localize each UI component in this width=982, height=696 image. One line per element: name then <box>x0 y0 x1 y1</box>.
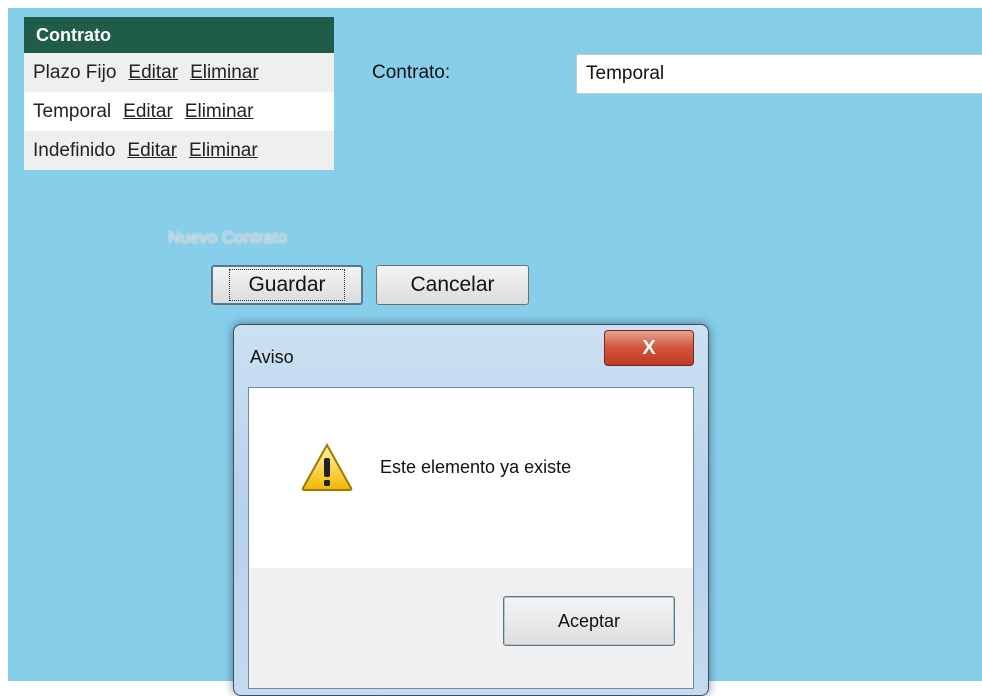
delete-link[interactable]: Eliminar <box>189 140 258 161</box>
contract-name: Indefinido Editar Eliminar <box>24 131 334 170</box>
table-header-row: Contrato <box>24 17 334 53</box>
save-button-label: Guardar <box>229 269 345 301</box>
dialog-content: Este elemento ya existe <box>249 388 693 568</box>
delete-link[interactable]: Eliminar <box>190 62 259 83</box>
table-header: Contrato <box>24 17 334 53</box>
contract-input[interactable] <box>576 54 982 94</box>
cancel-button[interactable]: Cancelar <box>376 265 529 305</box>
edit-link[interactable]: Editar <box>123 101 173 122</box>
save-button[interactable]: Guardar <box>211 265 363 305</box>
table-row: Plazo Fijo Editar Eliminar <box>24 53 334 92</box>
close-icon[interactable]: X <box>604 330 694 366</box>
new-contract-link[interactable]: Nuevo Contrato <box>168 228 287 248</box>
contract-name-label: Indefinido <box>33 139 116 161</box>
contract-table: Contrato Plazo Fijo Editar Eliminar Tempor… <box>24 17 334 170</box>
contract-field-label: Contrato: <box>372 62 451 83</box>
delete-link[interactable]: Eliminar <box>185 101 254 122</box>
contract-name: Plazo Fijo Editar Eliminar <box>24 53 334 92</box>
contract-name-label: Plazo Fijo <box>33 61 117 83</box>
accept-button[interactable]: Aceptar <box>503 596 675 646</box>
alert-dialog: Aviso X Este elemento ya existe Aceptar <box>233 324 709 696</box>
dialog-title: Aviso <box>250 347 294 367</box>
contract-name: Temporal Editar Eliminar <box>24 92 334 131</box>
dialog-footer: Aceptar <box>249 568 693 688</box>
edit-link[interactable]: Editar <box>127 140 177 161</box>
contract-name-label: Temporal <box>33 100 112 122</box>
edit-link[interactable]: Editar <box>128 62 178 83</box>
table-row: Temporal Editar Eliminar <box>24 92 334 131</box>
table-row: Indefinido Editar Eliminar <box>24 131 334 170</box>
warning-icon <box>301 443 353 491</box>
dialog-body: Este elemento ya existe Aceptar <box>248 387 694 689</box>
dialog-message: Este elemento ya existe <box>380 457 572 477</box>
